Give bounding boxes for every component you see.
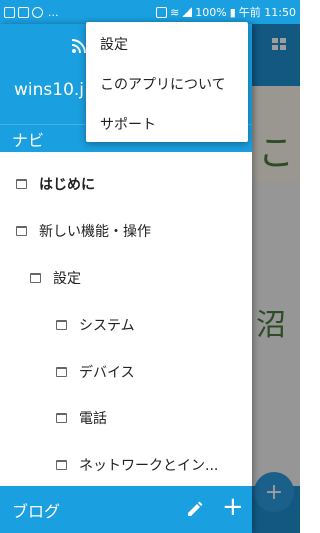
nav-item-label: 設定 [53, 271, 81, 287]
page-icon [56, 367, 67, 377]
nav-item-label: はじめに [39, 177, 95, 193]
rss-icon[interactable] [71, 38, 87, 54]
notification-icon [18, 6, 29, 18]
menu-item-about[interactable]: このアプリについて [100, 74, 226, 94]
site-title[interactable]: wins10.j [14, 80, 84, 100]
menu-item-settings[interactable]: 設定 [100, 34, 128, 54]
nav-item-system[interactable]: システム [56, 315, 135, 335]
page-icon [16, 179, 27, 189]
drawer-bottom-bar: ブログ + [0, 486, 252, 533]
alarm-icon [156, 6, 168, 18]
add-icon[interactable]: + [222, 492, 244, 522]
page-icon [30, 273, 41, 283]
wifi-icon: ≋ [170, 5, 180, 19]
blog-label[interactable]: ブログ [12, 498, 60, 522]
signal-icon [182, 7, 193, 17]
nav-item-hajimeni[interactable]: はじめに [16, 174, 95, 194]
clock: 午前 11:50 [238, 6, 296, 19]
status-bar: ... ≋ 100% ▮ 午前 11:50 [0, 0, 300, 24]
nav-section-label: ナビ [12, 130, 45, 150]
nav-item-devices[interactable]: デバイス [56, 362, 135, 382]
nav-item-label: デバイス [79, 365, 135, 381]
edit-icon[interactable] [186, 500, 204, 518]
notification-icon [32, 6, 43, 18]
notification-icon [4, 6, 15, 18]
nav-item-label: ネットワークとイン... [79, 458, 219, 474]
page-icon [56, 413, 67, 423]
overflow-menu: 設定 このアプリについて サポート [86, 22, 248, 142]
page-icon [56, 460, 67, 470]
background-page: こ 沼 + [252, 24, 300, 533]
nav-item-label: 新しい機能・操作 [39, 224, 151, 240]
battery-level: 100% [195, 5, 227, 19]
page-icon [56, 320, 67, 330]
nav-item-phone[interactable]: 電話 [56, 408, 107, 428]
battery-icon: ▮ [229, 5, 236, 19]
page-icon [16, 226, 27, 236]
scrim[interactable] [252, 24, 300, 533]
nav-item-label: システム [79, 318, 135, 334]
more-notifications-text: ... [48, 5, 59, 19]
menu-item-support[interactable]: サポート [100, 114, 156, 134]
nav-item-settings[interactable]: 設定 [30, 268, 81, 288]
nav-item-network[interactable]: ネットワークとイン... [56, 455, 218, 475]
nav-item-new-features[interactable]: 新しい機能・操作 [16, 221, 151, 241]
nav-item-label: 電話 [79, 411, 107, 427]
